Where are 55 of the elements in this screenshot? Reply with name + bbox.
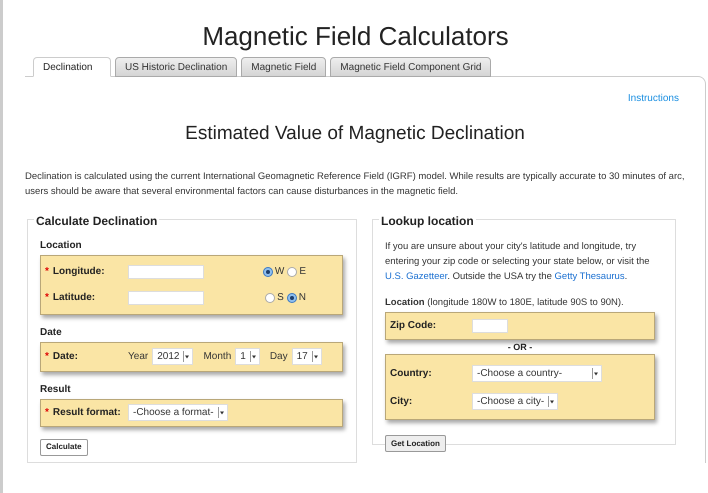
radio-label: S (277, 291, 284, 305)
date-select[interactable]: 1 (235, 348, 260, 365)
group-label: Date (40, 326, 63, 340)
format-select[interactable]: -Choose a format- (128, 404, 228, 421)
field-label: Latitude: (52, 291, 96, 305)
calculate-button[interactable]: Calculate (40, 438, 88, 456)
dropdown-arrow-icon (312, 351, 319, 362)
required-mark: * (45, 406, 49, 420)
required-mark: * (45, 291, 49, 305)
dropdown-arrow-icon (183, 351, 190, 362)
field-label: Result format: (52, 406, 121, 420)
tab[interactable]: US Historic Declination (115, 57, 238, 77)
radio-button[interactable] (262, 266, 273, 276)
radio-label: W (274, 265, 284, 279)
radio-label: E (299, 265, 306, 279)
page-title: Magnetic Field Calculators (201, 20, 510, 52)
group-label: Location (40, 238, 83, 252)
dropdown-arrow-icon (250, 351, 257, 362)
dropdown-arrow-icon (592, 368, 599, 379)
or-separator: - OR - (506, 340, 534, 354)
select-label: Day (270, 350, 288, 364)
field-label: Date: (52, 350, 78, 364)
tab[interactable]: Magnetic Field Component Grid (330, 57, 492, 77)
gazetteer-link[interactable]: U.S. Gazetteer (385, 270, 448, 282)
field-label: Longitude: (52, 265, 105, 279)
date-select[interactable]: 17 (292, 348, 322, 365)
tab[interactable]: Declination (33, 57, 111, 77)
field-label: City: (390, 394, 414, 409)
thesaurus-link[interactable]: Getty Thesaurus (554, 270, 625, 282)
select-label: Year (128, 350, 148, 364)
field-label: Zip Code: (390, 319, 438, 334)
coordinate-input[interactable] (128, 290, 204, 304)
section-heading: Estimated Value of Magnetic Declination (184, 122, 526, 146)
country-select[interactable]: -Choose a country- (472, 364, 602, 382)
radio-label: N (298, 291, 306, 305)
tab[interactable]: Magnetic Field (241, 57, 326, 77)
location-hint: Location (longitude 180W to 180E, latitude 90S to 90N). (385, 296, 625, 310)
date-select[interactable]: 2012 (152, 348, 194, 365)
get-location-button[interactable]: Get Location (385, 435, 446, 452)
instructions-link[interactable]: Instructions (628, 91, 679, 106)
lookup-paragraph: If you are unsure about your city's latitude and longitude, try entering your zip code or selecting your state below, or visit the U.S. Gazetteer. Outside the USA try the Getty Thesaurus. (385, 240, 651, 284)
radio-button[interactable] (265, 292, 276, 302)
zip-code-input[interactable] (472, 318, 508, 333)
dropdown-arrow-icon (548, 396, 556, 407)
radio-button[interactable] (287, 266, 298, 276)
group-label: Result (40, 382, 72, 396)
radio-button[interactable] (286, 292, 297, 302)
coordinate-input[interactable] (128, 264, 204, 278)
intro-paragraph: Declination is calculated using the current International Geomagnetic Reference Field (IGRF) model. While results are typically accurate to 30 minutes of arc, users should be aware that several environmental factors can cause disturbances in the magnetic field. (25, 170, 686, 198)
required-mark: * (45, 265, 49, 279)
dropdown-arrow-icon (218, 407, 225, 418)
select-label: Month (203, 350, 232, 364)
city-select[interactable]: -Choose a city- (472, 392, 558, 410)
required-mark: * (45, 350, 49, 364)
field-label: Country: (390, 366, 433, 381)
